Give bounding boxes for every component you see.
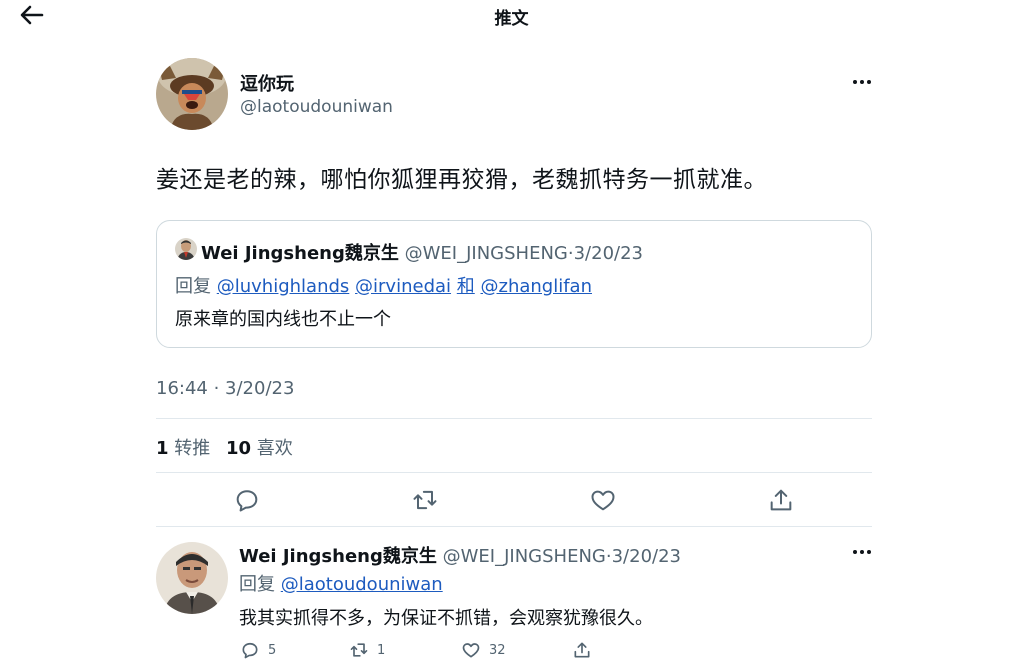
page-title: 推文: [494, 9, 529, 29]
author-handle[interactable]: @laotoudouniwan: [240, 97, 393, 117]
mention-link[interactable]: @zhanglifan: [481, 276, 593, 297]
reply-tweet-text: 我其实抓得不多，为保证不抓错，会观察犹豫很久。: [239, 608, 653, 629]
retweet-icon: [350, 643, 368, 657]
reply-share-button[interactable]: [572, 640, 592, 660]
quoted-author-avatar[interactable]: [175, 238, 197, 260]
retweet-count: 1: [377, 642, 386, 658]
reply-reply-button[interactable]: 5: [240, 640, 276, 660]
mention-link[interactable]: @luvhighlands: [217, 276, 350, 297]
mention-link[interactable]: @laotoudouniwan: [281, 574, 443, 595]
like-count: 32: [489, 642, 506, 658]
divider: [156, 526, 872, 527]
like-icon: [591, 490, 615, 511]
reply-tweet-date[interactable]: 3/20/23: [612, 546, 681, 567]
quoted-tweet[interactable]: Wei Jingsheng魏京生 @WEI_JINGSHENG·3/20/23 …: [156, 220, 872, 348]
mention-link[interactable]: @irvinedai: [355, 276, 451, 297]
retweet-count[interactable]: 1: [156, 438, 169, 459]
author-name[interactable]: 逗你玩: [240, 70, 294, 96]
reply-reply-to: 回复 @laotoudouniwan: [239, 570, 443, 596]
like-button[interactable]: [589, 486, 617, 514]
divider: [156, 418, 872, 419]
divider: [156, 472, 872, 473]
reply-label: 回复: [175, 276, 211, 297]
share-button[interactable]: [767, 486, 795, 514]
reply-like-button[interactable]: 32: [461, 640, 506, 660]
reply-author-handle[interactable]: @WEI_JINGSHENG: [443, 546, 606, 567]
retweet-button[interactable]: [411, 486, 439, 514]
reply-icon: [236, 490, 258, 512]
share-icon: [574, 642, 590, 658]
reply-author-avatar[interactable]: [156, 542, 228, 614]
reply-icon: [242, 642, 258, 659]
quoted-tweet-header: Wei Jingsheng魏京生 @WEI_JINGSHENG·3/20/23: [201, 239, 643, 265]
reply-tweet-header: Wei Jingsheng魏京生 @WEI_JINGSHENG·3/20/23: [239, 542, 681, 568]
quoted-author-name[interactable]: Wei Jingsheng魏京生: [201, 243, 399, 264]
tweet-more-button[interactable]: [848, 72, 876, 92]
quoted-author-handle[interactable]: @WEI_JINGSHENG: [405, 243, 568, 264]
top-bar: 推文: [0, 0, 1023, 30]
quoted-tweet-date: 3/20/23: [573, 243, 643, 264]
like-icon: [462, 643, 480, 658]
reply-retweet-button[interactable]: 1: [349, 640, 385, 660]
reply-label: 回复: [239, 574, 275, 595]
like-label[interactable]: 喜欢: [257, 438, 293, 459]
share-icon: [770, 489, 792, 511]
author-avatar[interactable]: [156, 58, 228, 130]
reply-more-button[interactable]: [848, 542, 876, 562]
reply-button[interactable]: [233, 486, 261, 514]
quoted-tweet-text: 原来章的国内线也不止一个: [175, 309, 391, 330]
more-horizontal-icon: [853, 80, 871, 84]
mention-conjunction[interactable]: 和: [457, 276, 475, 297]
like-count[interactable]: 10: [226, 438, 251, 459]
reply-author-name[interactable]: Wei Jingsheng魏京生: [239, 546, 437, 567]
retweet-label[interactable]: 转推: [174, 438, 210, 459]
tweet-stats: 1 转推 10 喜欢: [156, 434, 303, 460]
quoted-reply-to: 回复 @luvhighlands @irvinedai 和 @zhanglifa…: [175, 272, 592, 298]
tweet-text: 姜还是老的辣，哪怕你狐狸再狡猾，老魏抓特务一抓就准。: [156, 167, 767, 193]
reply-count: 5: [268, 642, 277, 658]
retweet-icon: [413, 490, 437, 510]
tweet-timestamp[interactable]: 16:44 · 3/20/23: [156, 378, 294, 399]
more-horizontal-icon: [853, 550, 871, 554]
